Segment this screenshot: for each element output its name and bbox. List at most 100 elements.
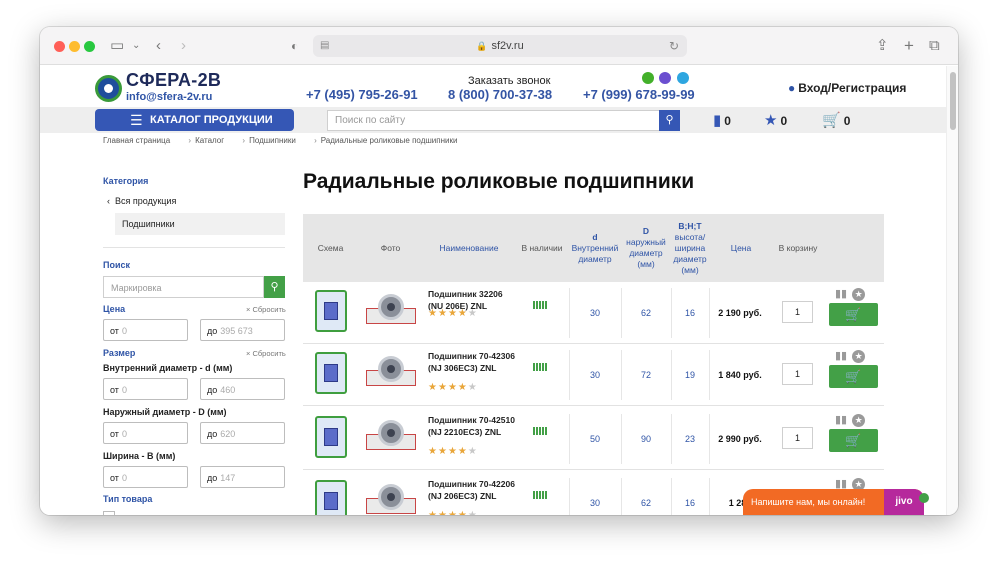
schema-thumbnail[interactable]: [315, 290, 347, 332]
tabs-overview-icon[interactable]: ⧉: [929, 36, 940, 56]
address-bar[interactable]: ▤ 🔒 sf2v.ru ↻: [313, 35, 687, 57]
col-width[interactable]: B;H;T высота/ ширина диаметр (мм): [671, 214, 709, 282]
width-from-input[interactable]: от 0: [103, 466, 188, 488]
to-prefix: до: [207, 429, 218, 439]
compare-icon[interactable]: ▮▮: [835, 288, 847, 300]
product-name[interactable]: Подшипник 70-42306 (NJ 306EC3) ZNL: [428, 350, 516, 374]
breadcrumb-home[interactable]: Главная страница: [103, 136, 170, 145]
price-reset[interactable]: × Сбросить: [246, 305, 286, 314]
phone-moscow[interactable]: +7 (495) 795-26-91: [306, 87, 418, 102]
jivo-logo: jivo: [884, 489, 929, 515]
product-name[interactable]: Подшипник 70-42206 (NJ 206EC3) ZNL: [428, 478, 516, 502]
zoom-window-button[interactable]: [84, 41, 95, 52]
catalog-button[interactable]: ☰ КАТАЛОГ ПРОДУКЦИИ: [95, 109, 294, 131]
site-search-input[interactable]: Поиск по сайту: [327, 110, 660, 131]
search-icon[interactable]: ⚲: [264, 276, 285, 298]
add-to-cart-button[interactable]: 🛒: [829, 303, 878, 326]
rating-stars[interactable]: ★★★★★: [428, 446, 478, 457]
breadcrumb-bearings[interactable]: Подшипники: [249, 136, 296, 145]
login-link[interactable]: ● Вход/Регистрация: [788, 81, 906, 95]
product-photo[interactable]: [366, 480, 416, 515]
telegram-icon[interactable]: [676, 72, 689, 84]
col-name[interactable]: Наименование: [423, 214, 515, 282]
type-checkbox[interactable]: [103, 511, 115, 515]
outer-diameter-value: 62: [640, 308, 651, 318]
col-photo: Фото: [380, 242, 401, 253]
col-inner-diameter[interactable]: d Внутренний диаметр: [569, 214, 621, 282]
logo-icon[interactable]: [95, 75, 122, 102]
chevron-right-icon: ›: [314, 136, 317, 145]
favorite-star-icon[interactable]: ★: [852, 414, 866, 427]
minimize-window-button[interactable]: [69, 41, 80, 52]
add-to-cart-button[interactable]: 🛒: [829, 365, 878, 388]
star-filled-icon: ★: [438, 510, 448, 515]
all-products-link[interactable]: ‹ Вся продукция: [107, 196, 176, 206]
price-from-input[interactable]: от 0: [103, 319, 188, 341]
logo-text[interactable]: СФЕРА-2В: [126, 70, 221, 91]
width-to-input[interactable]: до 147: [200, 466, 285, 488]
product-name[interactable]: Подшипник 70-42510 (NJ 2210EC3) ZNL: [428, 414, 516, 438]
phone-free[interactable]: 8 (800) 700-37-38: [448, 87, 552, 102]
menu-icon: ☰: [130, 112, 143, 128]
shield-icon[interactable]: ◐: [291, 36, 298, 56]
cell-divider: [569, 478, 570, 515]
star-filled-icon: ★: [428, 308, 438, 319]
active-category[interactable]: Подшипники: [115, 213, 285, 235]
share-icon[interactable]: ⇪: [876, 36, 889, 56]
product-photo[interactable]: [366, 352, 416, 388]
inner-to-input[interactable]: до 460: [200, 378, 285, 400]
from-prefix: от: [110, 326, 119, 336]
schema-thumbnail[interactable]: [315, 416, 347, 458]
breadcrumb-catalog[interactable]: Каталог: [195, 136, 224, 145]
viber-icon[interactable]: [659, 72, 672, 84]
cart-counter[interactable]: 🛒 0: [822, 111, 850, 129]
size-reset[interactable]: × Сбросить: [246, 349, 286, 358]
type-title: Тип товара: [103, 494, 153, 504]
outer-from-input[interactable]: от 0: [103, 422, 188, 444]
header-email[interactable]: info@sfera-2v.ru: [126, 91, 212, 103]
star-filled-icon: ★: [447, 446, 458, 457]
page-scrollbar[interactable]: [946, 66, 958, 515]
scroll-thumb[interactable]: [950, 72, 956, 130]
compare-counter[interactable]: ▮ 0: [713, 111, 731, 129]
reload-icon[interactable]: ↻: [669, 35, 679, 57]
bearing-icon: [378, 420, 404, 446]
close-window-button[interactable]: [54, 41, 65, 52]
star-filled-icon: ★: [447, 382, 458, 393]
phone-mobile[interactable]: +7 (999) 678-99-99: [583, 87, 695, 102]
price-to-input[interactable]: до 395 673: [200, 319, 285, 341]
col-outer-diameter[interactable]: Dнаружный диаметр (мм): [621, 214, 671, 282]
favorite-star-icon[interactable]: ★: [852, 350, 866, 363]
col-price[interactable]: Цена: [709, 214, 773, 282]
quantity-input[interactable]: 1: [782, 301, 813, 323]
whatsapp-icon[interactable]: [642, 72, 654, 84]
compare-icon[interactable]: ▮▮: [835, 414, 847, 426]
schema-thumbnail[interactable]: [315, 480, 347, 515]
marking-search-input[interactable]: Маркировка: [103, 276, 264, 298]
callback-link[interactable]: Заказать звонок: [468, 75, 550, 87]
inner-from-input[interactable]: от 0: [103, 378, 188, 400]
forward-icon[interactable]: ›: [181, 36, 186, 56]
chevron-down-icon[interactable]: ⌄: [132, 36, 140, 56]
compare-icon[interactable]: ▮▮: [835, 350, 847, 362]
rating-stars[interactable]: ★★★★★: [428, 510, 478, 515]
sidebar-toggle-icon[interactable]: ▭: [110, 36, 124, 56]
new-tab-icon[interactable]: +: [904, 36, 914, 56]
product-photo[interactable]: [366, 416, 416, 452]
page-title: Радиальные роликовые подшипники: [303, 170, 695, 193]
schema-thumbnail[interactable]: [315, 352, 347, 394]
rating-stars[interactable]: ★★★★★: [428, 308, 478, 319]
product-photo[interactable]: [366, 290, 416, 326]
back-icon[interactable]: ‹: [156, 36, 161, 56]
favorites-counter[interactable]: ★ 0: [764, 111, 787, 129]
cart-icon: 🛒: [845, 433, 862, 448]
add-to-cart-button[interactable]: 🛒: [829, 429, 878, 452]
online-chat-widget[interactable]: Напишите нам, мы онлайн! jivo: [743, 489, 929, 515]
quantity-input[interactable]: 1: [782, 427, 813, 449]
favorite-star-icon[interactable]: ★: [852, 288, 866, 301]
search-icon[interactable]: ⚲: [659, 110, 680, 131]
quantity-input[interactable]: 1: [782, 363, 813, 385]
cart-icon: 🛒: [845, 369, 862, 384]
outer-to-input[interactable]: до 620: [200, 422, 285, 444]
rating-stars[interactable]: ★★★★★: [428, 382, 478, 393]
